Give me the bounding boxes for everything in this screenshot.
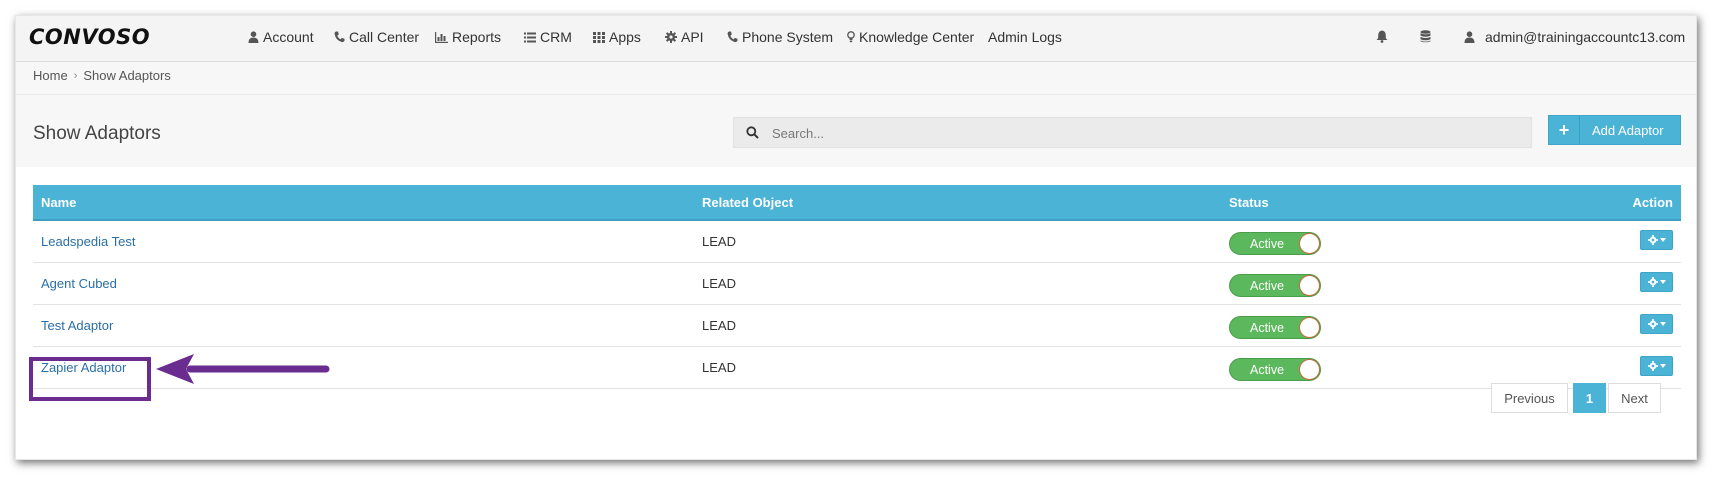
toggle-knob xyxy=(1300,359,1319,379)
nav-account[interactable]: Account xyxy=(248,29,314,45)
page-header: Show Adaptors + Add Adaptor xyxy=(16,94,1696,168)
bell-icon[interactable] xyxy=(1376,30,1388,48)
nav-reports-label: Reports xyxy=(452,29,502,45)
caret-down-icon xyxy=(1659,280,1666,284)
row-action-button[interactable] xyxy=(1640,314,1673,334)
breadcrumb-current: Show Adaptors xyxy=(83,68,171,83)
related-object-cell: LEAD xyxy=(694,346,1221,389)
gear-icon xyxy=(1647,319,1658,329)
convoso-logo[interactable]: CONVOSO xyxy=(29,25,150,49)
user-icon xyxy=(1464,31,1475,43)
breadcrumb-home[interactable]: Home xyxy=(33,68,68,83)
nav-api-label: API xyxy=(681,29,704,45)
user-icon xyxy=(248,31,259,43)
row-action-button[interactable] xyxy=(1640,272,1673,292)
related-object-cell: LEAD xyxy=(694,220,1221,263)
column-header-name[interactable]: Name xyxy=(33,185,694,221)
pagination-page-1[interactable]: 1 xyxy=(1573,383,1606,413)
gear-icon xyxy=(1647,361,1658,371)
column-header-action: Action xyxy=(1537,185,1681,221)
nav-account-label: Account xyxy=(263,29,314,45)
search-icon xyxy=(746,126,759,139)
toggle-knob xyxy=(1300,317,1319,337)
caret-down-icon xyxy=(1659,364,1666,368)
adaptor-name-link[interactable]: Agent Cubed xyxy=(41,276,117,291)
row-action-button[interactable] xyxy=(1640,230,1673,250)
phone-icon xyxy=(334,31,345,43)
breadcrumb: Home › Show Adaptors xyxy=(33,68,171,83)
toggle-knob xyxy=(1300,233,1319,253)
nav-phone-system-label: Phone System xyxy=(742,29,834,45)
status-toggle[interactable]: Active xyxy=(1229,357,1321,381)
table-row: Test Adaptor LEAD Active xyxy=(33,304,1681,347)
bar-chart-icon xyxy=(435,31,448,43)
list-icon xyxy=(524,32,536,42)
phone-icon xyxy=(727,31,738,43)
top-navbar: CONVOSO Account Call Center Reports CRM … xyxy=(16,16,1696,62)
caret-down-icon xyxy=(1659,238,1666,242)
adaptor-name-link[interactable]: Leadspedia Test xyxy=(41,234,135,249)
nav-crm-label: CRM xyxy=(540,29,572,45)
table-header-row: Name Related Object Status Action xyxy=(33,185,1681,221)
adaptor-name-link[interactable]: Zapier Adaptor xyxy=(41,360,126,375)
nav-admin-logs-label: Admin Logs xyxy=(988,29,1062,45)
main-content: Name Related Object Status Action Leadsp… xyxy=(16,167,1696,459)
add-adaptor-label: Add Adaptor xyxy=(1592,123,1664,138)
nav-admin-logs[interactable]: Admin Logs xyxy=(988,29,1062,45)
status-toggle-label: Active xyxy=(1250,362,1285,377)
status-toggle-label: Active xyxy=(1250,278,1285,293)
nav-knowledge-center-label: Knowledge Center xyxy=(859,29,975,45)
row-action-button[interactable] xyxy=(1640,356,1673,376)
status-toggle-label: Active xyxy=(1250,320,1285,335)
database-icon[interactable] xyxy=(1420,30,1431,48)
caret-down-icon xyxy=(1659,322,1666,326)
user-menu[interactable]: admin@trainingaccountc13.com xyxy=(1464,29,1685,45)
app-window: CONVOSO Account Call Center Reports CRM … xyxy=(15,15,1697,460)
nav-reports[interactable]: Reports xyxy=(435,29,501,45)
plus-icon: + xyxy=(1549,116,1580,144)
nav-apps[interactable]: Apps xyxy=(593,29,641,45)
search-box xyxy=(733,117,1532,149)
gear-icon xyxy=(1647,277,1658,287)
status-toggle-label: Active xyxy=(1250,236,1285,251)
nav-knowledge-center[interactable]: Knowledge Center xyxy=(847,29,974,45)
nav-api[interactable]: API xyxy=(665,29,704,45)
toggle-knob xyxy=(1300,275,1319,295)
nav-apps-label: Apps xyxy=(609,29,641,45)
gear-icon xyxy=(1647,235,1658,245)
table-row: Zapier Adaptor LEAD Active xyxy=(33,346,1681,389)
related-object-cell: LEAD xyxy=(694,262,1221,305)
status-toggle[interactable]: Active xyxy=(1229,273,1321,297)
table-row: Agent Cubed LEAD Active xyxy=(33,262,1681,305)
status-toggle[interactable]: Active xyxy=(1229,315,1321,339)
add-adaptor-button[interactable]: + Add Adaptor xyxy=(1548,115,1681,145)
table-row: Leadspedia Test LEAD Active xyxy=(33,220,1681,263)
adaptors-table: Name Related Object Status Action Leadsp… xyxy=(33,185,1681,389)
page-title: Show Adaptors xyxy=(33,123,161,144)
breadcrumb-separator: › xyxy=(73,69,78,82)
column-header-status[interactable]: Status xyxy=(1221,185,1537,221)
nav-call-center-label: Call Center xyxy=(349,29,420,45)
pagination-next[interactable]: Next xyxy=(1608,383,1661,413)
search-input[interactable] xyxy=(770,118,1514,149)
related-object-cell: LEAD xyxy=(694,304,1221,347)
adaptor-name-link[interactable]: Test Adaptor xyxy=(41,318,113,333)
pagination-previous[interactable]: Previous xyxy=(1491,383,1568,413)
nav-call-center[interactable]: Call Center xyxy=(334,29,419,45)
status-toggle[interactable]: Active xyxy=(1229,231,1321,255)
nav-crm[interactable]: CRM xyxy=(524,29,572,45)
lightbulb-icon xyxy=(847,31,855,43)
grid-icon xyxy=(593,31,605,43)
nav-phone-system[interactable]: Phone System xyxy=(727,29,833,45)
column-header-related-object[interactable]: Related Object xyxy=(694,185,1221,221)
gear-icon xyxy=(665,31,677,43)
user-email: admin@trainingaccountc13.com xyxy=(1485,29,1686,45)
